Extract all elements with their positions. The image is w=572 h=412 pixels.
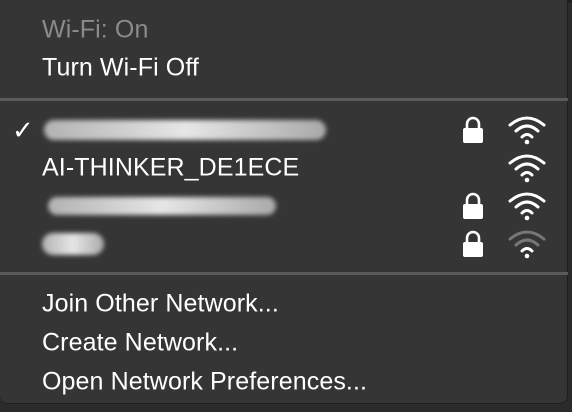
wifi-status-item: Wi-Fi: On [0,12,568,48]
network-item-connected[interactable]: ✓ [0,112,568,148]
create-network-item[interactable]: Create Network... [0,325,568,361]
redacted-network-name [44,120,326,140]
separator [0,98,568,101]
redacted-network-name [48,197,276,215]
turn-wifi-off-item[interactable]: Turn Wi-Fi Off [0,50,568,86]
separator [0,272,568,275]
lock-icon [463,230,483,257]
wifi-status-label: Wi-Fi: On [42,15,149,44]
open-network-preferences-item[interactable]: Open Network Preferences... [0,364,568,400]
join-other-network-label: Join Other Network... [42,289,279,318]
wifi-menu: Wi-Fi: On Turn Wi-Fi Off ✓ AI-THINKER_DE… [0,0,568,404]
create-network-label: Create Network... [42,328,239,357]
redacted-network-name [42,233,104,255]
network-item-redacted-weak[interactable] [0,226,568,262]
join-other-network-item[interactable]: Join Other Network... [0,286,568,322]
wifi-full-icon [508,154,546,183]
wifi-weak-icon [508,230,546,259]
network-name-label: AI-THINKER_DE1ECE [42,153,300,182]
network-item-redacted[interactable] [0,188,568,224]
network-item-ai-thinker[interactable]: AI-THINKER_DE1ECE [0,150,568,186]
open-network-preferences-label: Open Network Preferences... [42,367,368,396]
turn-wifi-off-label: Turn Wi-Fi Off [42,53,199,82]
lock-icon [463,116,483,143]
wifi-full-icon [508,192,546,221]
lock-icon [463,192,483,219]
checkmark-icon: ✓ [12,115,34,145]
wifi-full-icon [508,116,546,145]
